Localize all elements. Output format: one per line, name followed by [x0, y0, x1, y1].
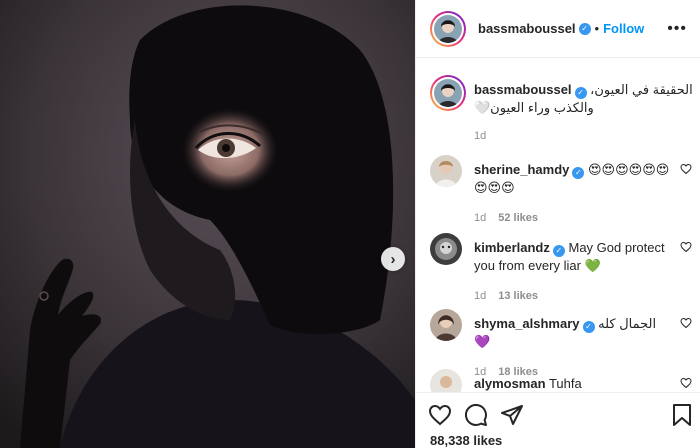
chevron-right-icon: › — [390, 250, 396, 268]
action-bar: 88,338 likes — [416, 392, 700, 448]
comment-likes[interactable]: 13 likes — [498, 290, 538, 302]
avatar[interactable] — [430, 309, 462, 341]
comments-list[interactable]: bassmaboussel ✓ الحقيقة في العيون، والكذب… — [416, 59, 700, 392]
post-details-panel: bassmaboussel ✓ • Follow ••• bassmabouss… — [415, 0, 700, 448]
avatar — [434, 79, 462, 107]
comment-icon[interactable] — [464, 403, 488, 427]
separator: • — [594, 21, 600, 36]
verified-badge-icon: ✓ — [552, 245, 565, 257]
verified-badge-icon: ✓ — [572, 167, 585, 179]
verified-badge-icon: ✓ — [578, 22, 591, 35]
comment-username[interactable]: shyma_alshmary — [474, 316, 580, 331]
author-avatar-ring[interactable] — [430, 10, 466, 47]
comment-time[interactable]: 1d — [474, 212, 486, 224]
heart-icon[interactable] — [428, 403, 452, 427]
author-username[interactable]: bassmaboussel — [478, 21, 576, 36]
comment-username[interactable]: sherine_hamdy — [474, 162, 569, 177]
next-photo-button[interactable]: › — [381, 247, 405, 271]
comment-likes[interactable]: 52 likes — [498, 212, 538, 224]
heart-icon[interactable] — [680, 241, 692, 253]
caption-username[interactable]: bassmaboussel — [474, 82, 572, 97]
comment-username[interactable]: alymosman — [474, 376, 546, 391]
comment-time[interactable]: 1d — [474, 290, 486, 302]
portrait-image — [0, 0, 415, 448]
verified-badge-icon: ✓ — [574, 87, 587, 99]
post-header: bassmaboussel ✓ • Follow ••• — [416, 0, 700, 58]
follow-button[interactable]: Follow — [603, 21, 644, 36]
heart-icon[interactable] — [680, 377, 692, 389]
caption-time[interactable]: 1d — [474, 130, 486, 142]
comment-text: Tuhfa — [548, 376, 582, 391]
more-options-icon[interactable]: ••• — [667, 20, 687, 38]
avatar[interactable] — [430, 155, 462, 187]
avatar[interactable] — [430, 369, 462, 392]
verified-badge-icon: ✓ — [582, 321, 595, 333]
avatar[interactable] — [430, 233, 462, 265]
post-photo: › — [0, 0, 415, 448]
bookmark-icon[interactable] — [672, 403, 692, 427]
likes-count[interactable]: 88,338 likes — [430, 433, 502, 448]
comment-username[interactable]: kimberlandz — [474, 240, 550, 255]
paper-plane-icon[interactable] — [500, 403, 524, 427]
heart-icon[interactable] — [680, 317, 692, 329]
avatar — [434, 14, 462, 43]
heart-icon[interactable] — [680, 163, 692, 175]
caption-avatar[interactable] — [430, 75, 466, 111]
